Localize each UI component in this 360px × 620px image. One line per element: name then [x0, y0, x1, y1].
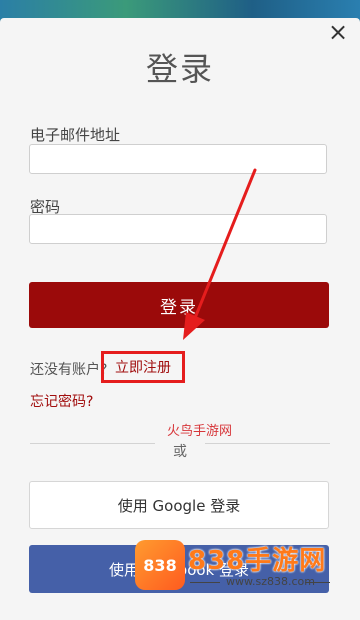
- divider-or-text: 或: [173, 444, 187, 460]
- email-field[interactable]: [29, 144, 327, 174]
- watermark-line-right: [305, 582, 330, 583]
- close-icon[interactable]: ×: [324, 18, 352, 46]
- watermark-brand: 838手游网: [188, 546, 327, 576]
- login-dialog: × 登录 电子邮件地址 密码 登录 还没有账户? 立即注册 忘记密码? 火鸟手游…: [0, 18, 360, 620]
- watermark-text: 火鸟手游网: [167, 424, 233, 439]
- watermark-url: www.sz838.com: [226, 575, 315, 588]
- google-login-button[interactable]: 使用 Google 登录: [29, 481, 329, 529]
- watermark-line-left: [190, 582, 220, 583]
- login-button[interactable]: 登录: [29, 282, 329, 328]
- no-account-text: 还没有账户?: [30, 362, 108, 378]
- page-title: 登录: [145, 50, 214, 88]
- background-strip: [0, 0, 360, 20]
- register-link-label: 立即注册: [115, 360, 171, 376]
- email-label: 电子邮件地址: [30, 126, 121, 144]
- password-field[interactable]: [29, 214, 327, 244]
- forgot-password-link[interactable]: 忘记密码?: [30, 391, 93, 411]
- watermark-logo: 838: [135, 540, 185, 590]
- register-link[interactable]: 立即注册: [101, 351, 185, 383]
